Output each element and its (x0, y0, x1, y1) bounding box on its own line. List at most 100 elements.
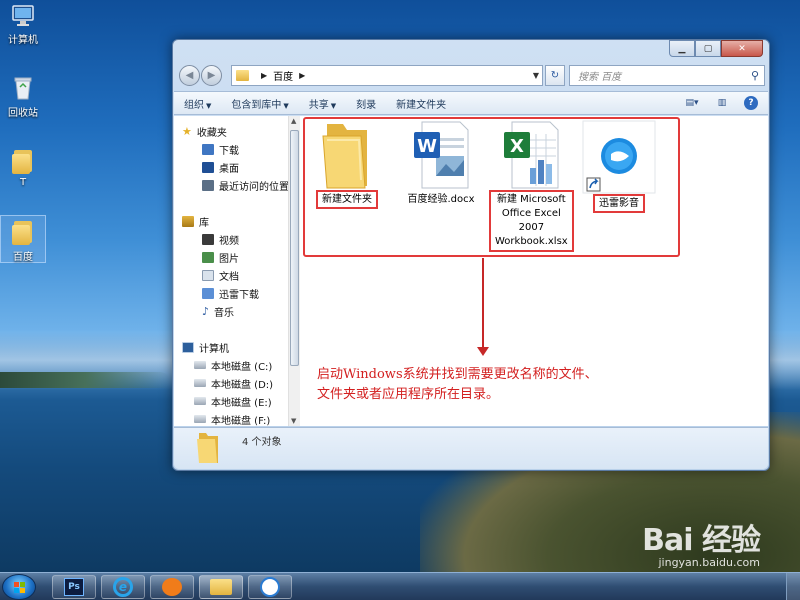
taskbar: Ps e (0, 572, 800, 600)
taskbar-explorer[interactable] (199, 575, 243, 599)
change-view-button[interactable]: ▤▾ (684, 96, 700, 110)
nav-computer[interactable]: 计算机 (182, 339, 229, 355)
nav-libraries[interactable]: 库 (182, 213, 209, 229)
desktop-icon-recycle-bin[interactable]: 回收站 (0, 75, 46, 119)
burn-button[interactable]: 刻录 (356, 96, 376, 111)
desktop-icon-computer[interactable]: 计算机 (0, 4, 46, 46)
windows-logo-icon (14, 582, 25, 593)
forward-button[interactable]: ▶ (201, 65, 222, 86)
nav-item-recent-places[interactable]: 最近访问的位置 (202, 177, 289, 193)
distant-coast (0, 372, 170, 388)
nav-item-drive-d[interactable]: 本地磁盘 (D:) (194, 375, 273, 391)
xunlei-icon (260, 577, 280, 597)
nav-scrollbar[interactable]: ▲ ▼ (288, 116, 300, 426)
computer-icon (12, 5, 34, 26)
nav-item-pictures[interactable]: 图片 (202, 249, 239, 265)
nav-label: 文档 (219, 271, 239, 283)
preview-pane-button[interactable]: ▥ (714, 96, 730, 110)
caption-buttons: ▁ ▢ ✕ (669, 40, 763, 58)
nav-favorites[interactable]: ★ 收藏夹 (182, 123, 227, 139)
nav-item-drive-e[interactable]: 本地磁盘 (E:) (194, 393, 272, 409)
chevron-down-icon: ▼ (330, 101, 337, 110)
include-in-library-menu[interactable]: 包含到库中 ▼ (231, 96, 288, 111)
computer-icon (182, 341, 194, 353)
start-button[interactable] (2, 574, 36, 600)
drive-icon (194, 361, 206, 369)
annotation-line: 启动Windows系统并找到需要更改名称的文件、 (317, 367, 598, 382)
chevron-down-icon: ▼ (283, 101, 289, 110)
command-bar: 组织 ▼ 包含到库中 ▼ 共享 ▼ 刻录 新建文件夹 ▤▾ ▥ ? (174, 91, 768, 115)
desktop-icon-label: T (19, 177, 27, 188)
help-button[interactable]: ? (744, 96, 758, 110)
preview-pane-icon: ▥ (717, 98, 727, 108)
drive-icon (194, 397, 206, 405)
star-icon: ★ (182, 124, 192, 138)
search-box[interactable]: 搜索 百度 ⚲ (569, 65, 765, 86)
minimize-icon: ▁ (678, 43, 686, 54)
address-bar[interactable]: ▶ 百度 ▶ ▼ (231, 65, 543, 86)
breadcrumb-item[interactable]: 百度 (273, 68, 293, 83)
nav-item-documents[interactable]: 文档 (202, 267, 239, 283)
nav-item-videos[interactable]: 视频 (202, 231, 239, 247)
annotation-line: 文件夹或者应用程序所在目录。 (317, 387, 500, 402)
nav-item-downloads[interactable]: 下载 (202, 141, 239, 157)
desktop-icon-label: 计算机 (8, 35, 38, 46)
address-dropdown-icon[interactable]: ▼ (533, 71, 539, 80)
scroll-down-icon[interactable]: ▼ (291, 417, 296, 425)
baidu-jingyan-watermark: Bai 经验 jingyan.baidu.com (642, 515, 761, 569)
folder-icon (12, 148, 34, 174)
scrollbar-thumb[interactable] (290, 130, 299, 366)
include-in-library-label: 包含到库中 (231, 99, 282, 111)
taskbar-uc-browser[interactable] (150, 575, 194, 599)
watermark-logo: Bai 经验 (642, 523, 761, 558)
nav-label: 迅雷下载 (219, 289, 259, 301)
taskbar-photoshop[interactable]: Ps (52, 575, 96, 599)
organize-menu[interactable]: 组织 ▼ (184, 96, 211, 111)
desktop-icon-folder-baidu[interactable]: 百度 (0, 215, 46, 263)
nav-label: 库 (199, 217, 209, 229)
nav-label: 本地磁盘 (E:) (211, 397, 272, 409)
recycle-bin-icon (14, 77, 32, 100)
search-icon[interactable]: ⚲ (751, 69, 759, 82)
nav-item-desktop[interactable]: 桌面 (202, 159, 239, 175)
uc-browser-icon (162, 578, 182, 596)
scroll-up-icon[interactable]: ▲ (291, 117, 296, 125)
nav-label: 本地磁盘 (D:) (211, 379, 274, 391)
nav-label: 音乐 (214, 307, 235, 319)
videos-icon (202, 233, 214, 245)
close-icon: ✕ (738, 43, 746, 54)
desktop-icon-folder-t[interactable]: T (0, 148, 46, 188)
breadcrumb-chevron-icon[interactable]: ▶ (299, 71, 305, 80)
nav-item-xunlei-downloads[interactable]: 迅雷下载 (202, 285, 259, 301)
nav-label: 本地磁盘 (F:) (211, 415, 271, 427)
navigation-pane: ★ 收藏夹 下载 桌面 最近访问的位置 库 视频 图片 文档 迅雷下载 ♪ 音乐… (174, 116, 300, 427)
item-count: 4 个对象 (242, 437, 282, 448)
xunlei-downloads-icon (202, 287, 214, 299)
organize-label: 组织 (184, 99, 204, 111)
back-button[interactable]: ◀ (179, 65, 200, 86)
folder-icon (12, 219, 34, 245)
maximize-button[interactable]: ▢ (695, 40, 721, 57)
highlight-box (303, 117, 680, 257)
nav-label: 收藏夹 (196, 127, 227, 139)
music-icon: ♪ (202, 304, 210, 318)
view-icon: ▤▾ (685, 98, 699, 108)
share-label: 共享 (308, 99, 329, 111)
refresh-button[interactable]: ↻ (545, 65, 565, 86)
close-button[interactable]: ✕ (721, 40, 763, 57)
nav-item-drive-c[interactable]: 本地磁盘 (C:) (194, 357, 272, 373)
minimize-button[interactable]: ▁ (669, 40, 695, 57)
taskbar-xunlei[interactable] (248, 575, 292, 599)
nav-item-drive-f[interactable]: 本地磁盘 (F:) (194, 411, 270, 427)
show-desktop-button[interactable] (786, 573, 800, 600)
annotation-arrow-head (477, 347, 489, 356)
desktop-icon-label: 回收站 (8, 108, 38, 119)
new-folder-button[interactable]: 新建文件夹 (396, 96, 446, 111)
breadcrumb-chevron-icon[interactable]: ▶ (261, 71, 267, 80)
nav-item-music[interactable]: ♪ 音乐 (202, 303, 234, 319)
share-menu[interactable]: 共享 ▼ (309, 96, 336, 111)
pictures-icon (202, 251, 214, 263)
nav-label: 图片 (219, 253, 239, 265)
taskbar-internet-explorer[interactable]: e (101, 575, 145, 599)
photoshop-icon: Ps (64, 578, 84, 596)
